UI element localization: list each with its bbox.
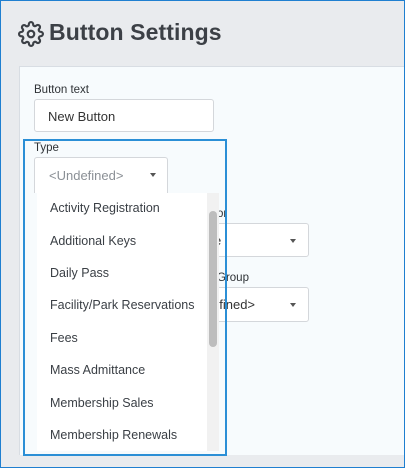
button-text-label: Button text <box>34 84 89 96</box>
button-text-input[interactable]: New Button <box>34 99 214 132</box>
chevron-down-icon <box>290 239 296 243</box>
page-title: Button Settings <box>49 19 222 45</box>
chevron-down-icon <box>290 303 296 307</box>
highlight-box <box>23 139 227 456</box>
gear-icon <box>18 21 44 47</box>
settings-window: Button Settings Button text New Button o… <box>0 0 405 468</box>
settings-header: Button Settings <box>1 1 404 65</box>
